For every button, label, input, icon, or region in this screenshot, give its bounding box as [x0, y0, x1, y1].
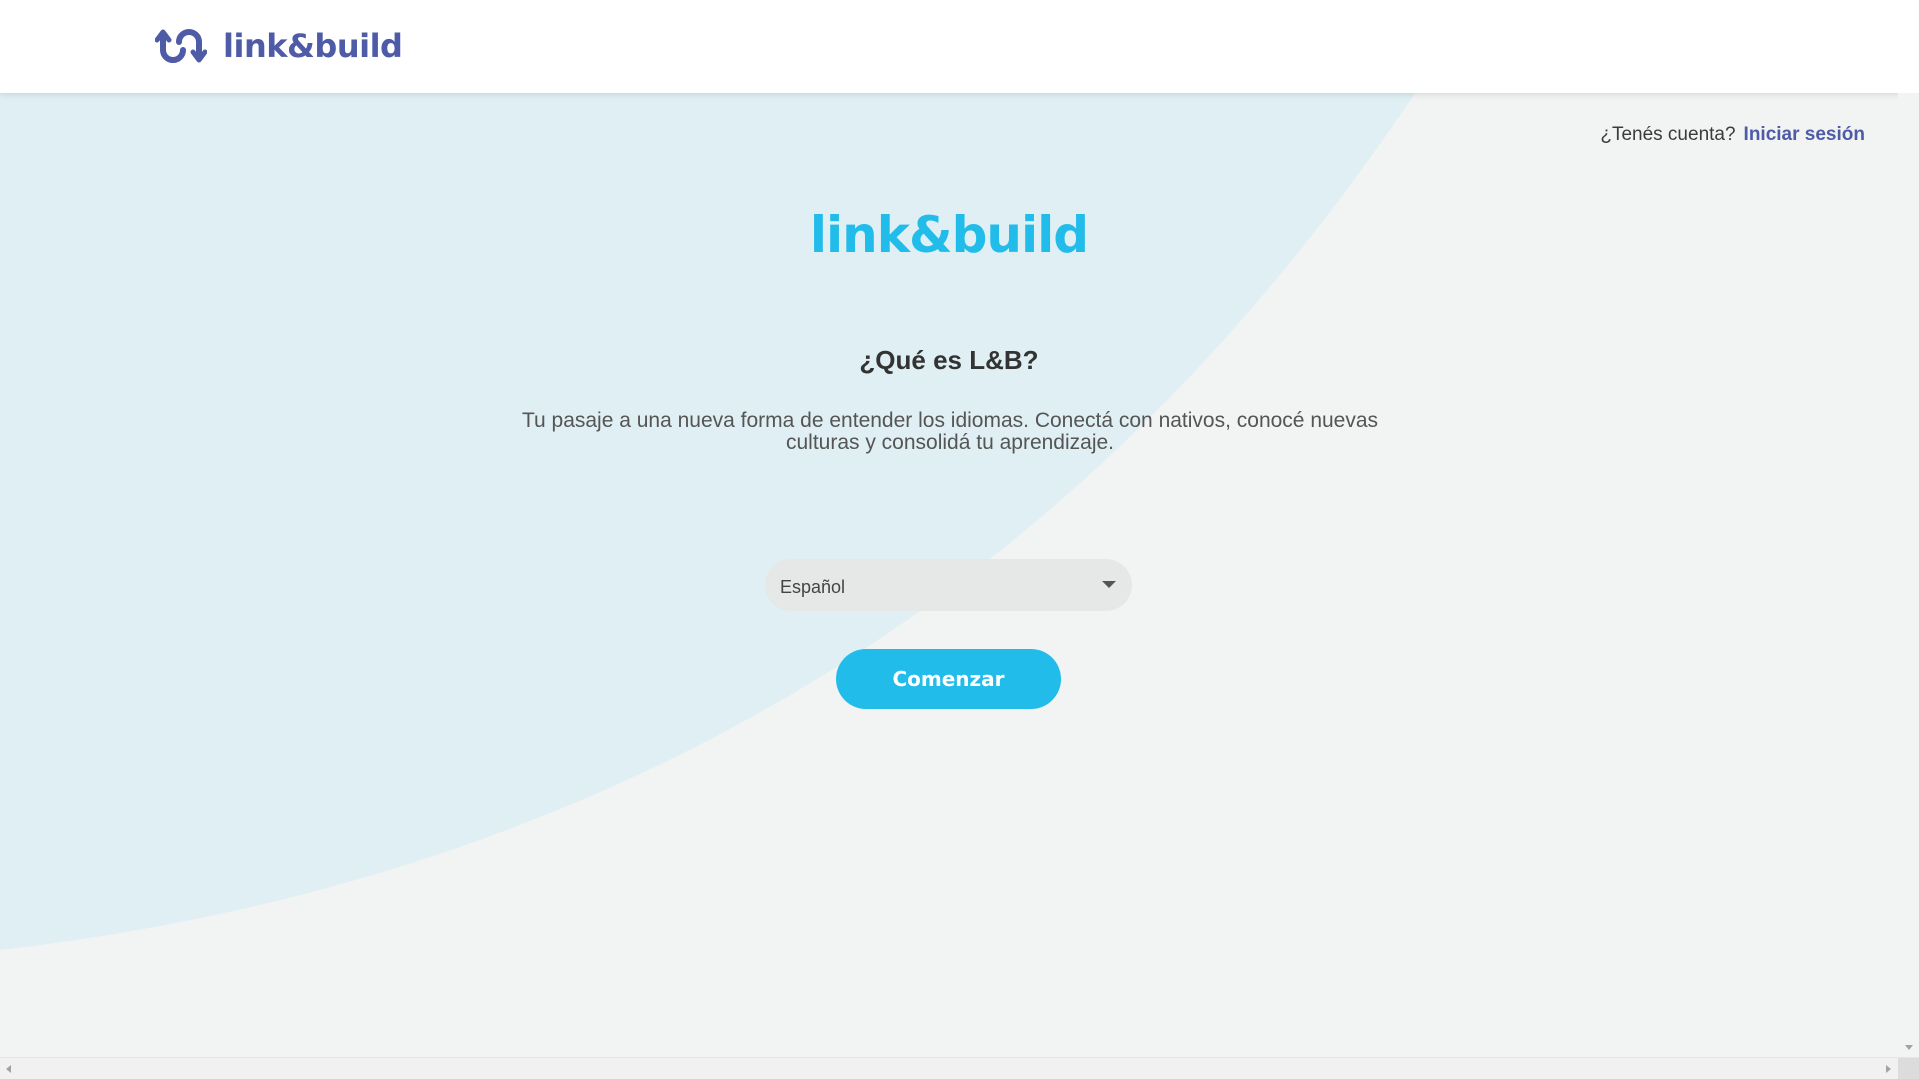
header-logo-text: link&build — [223, 27, 403, 65]
page-heading: ¿Qué es L&B? — [859, 345, 1039, 375]
horizontal-scrollbar[interactable] — [0, 1057, 1919, 1079]
top-header: link&build — [0, 0, 1919, 93]
vertical-scrollbar[interactable] — [1898, 93, 1919, 1058]
scroll-left-arrow-icon[interactable] — [6, 1065, 11, 1073]
scrollbar-corner — [1898, 1058, 1919, 1079]
login-question: ¿Tenés cuenta? — [1600, 124, 1736, 145]
background-curve — [0, 93, 1415, 950]
caret-down-icon — [1102, 581, 1116, 588]
scroll-right-arrow-icon[interactable] — [1886, 1065, 1891, 1073]
language-select[interactable]: Español — [765, 559, 1132, 611]
login-prompt: ¿Tenés cuenta? Iniciar sesión — [1600, 124, 1865, 146]
scrollbar-thumb[interactable] — [17, 1062, 1877, 1075]
language-select-value: Español — [780, 576, 846, 597]
page-description: Tu pasaje a una nueva forma de entender … — [521, 409, 1379, 454]
page: link&build ¿Tenés cuenta? Iniciar sesión… — [0, 0, 1919, 1079]
login-link[interactable]: Iniciar sesión — [1744, 124, 1865, 146]
start-button[interactable]: Comenzar — [836, 649, 1061, 709]
header-logo[interactable]: link&build — [155, 26, 403, 66]
brand-logo: link&build — [809, 206, 1089, 264]
scroll-down-arrow-icon[interactable] — [1905, 1045, 1913, 1050]
link-build-arrows-icon — [155, 29, 207, 63]
